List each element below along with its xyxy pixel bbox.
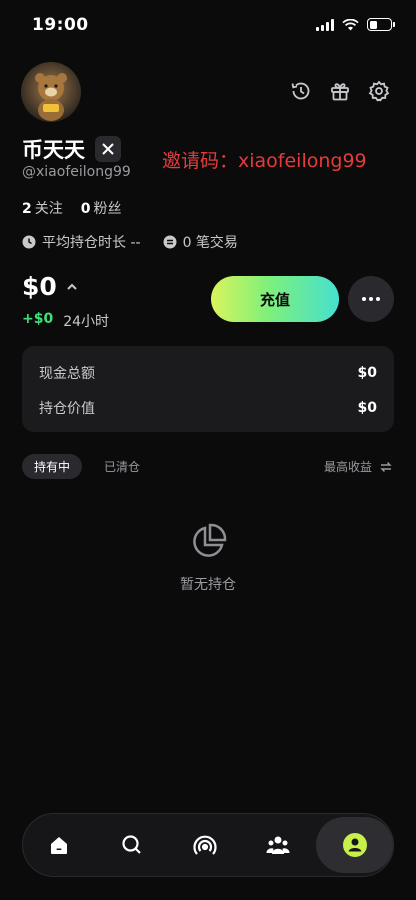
history-icon[interactable] xyxy=(290,80,312,102)
swap-arrows-icon xyxy=(380,461,392,472)
followers-link[interactable]: 0 粉丝 xyxy=(81,198,122,218)
status-bar: 19:00 xyxy=(0,0,416,54)
wifi-icon xyxy=(342,18,359,30)
empty-state: 暂无持仓 xyxy=(0,522,416,594)
balance-value: $0 xyxy=(22,272,57,301)
signal-icon xyxy=(193,835,217,855)
clock-icon xyxy=(22,235,36,249)
avg-hold-stat: 平均持仓时长 -- xyxy=(22,232,141,252)
swap-icon xyxy=(163,235,177,249)
display-name: 币天天 xyxy=(22,138,85,162)
gift-icon[interactable] xyxy=(329,80,351,102)
chevron-up-icon xyxy=(67,283,77,290)
status-time: 19:00 xyxy=(32,15,89,35)
trading-stats: 平均持仓时长 -- 0 笔交易 xyxy=(22,232,238,252)
name-row: 币天天 xyxy=(22,134,121,164)
nav-signal[interactable] xyxy=(169,813,242,877)
profile-icon xyxy=(342,833,367,857)
invite-code-text: 邀请码：xiaofeilong99 xyxy=(162,150,367,172)
nav-search[interactable] xyxy=(96,813,169,877)
nav-community[interactable] xyxy=(241,813,314,877)
status-icons xyxy=(316,18,395,31)
search-icon xyxy=(122,835,141,854)
pnl-row: +$0 24小时 xyxy=(22,311,109,331)
trades-stat: 0 笔交易 xyxy=(163,232,238,252)
holdings-tabs: 持有中 已清仓 xyxy=(22,454,152,479)
follow-stats: 2 关注 0 粉丝 xyxy=(22,198,122,218)
summary-row-cash: 现金总额 $0 xyxy=(39,364,377,382)
user-handle: @xiaofeilong99 xyxy=(22,164,131,180)
pie-chart-icon xyxy=(193,523,227,557)
avatar[interactable] xyxy=(21,62,81,122)
settings-gear-icon[interactable] xyxy=(368,80,390,102)
more-options-button[interactable] xyxy=(348,276,394,322)
sort-button[interactable]: 最高收益 xyxy=(324,458,392,475)
pnl-value: +$0 xyxy=(22,311,54,327)
bear-avatar-icon xyxy=(35,73,67,121)
bottom-navigation xyxy=(22,813,394,877)
nav-home[interactable] xyxy=(23,813,96,877)
community-icon xyxy=(266,836,290,854)
deposit-button[interactable]: 充值 xyxy=(211,276,339,322)
profile-actions xyxy=(290,80,390,102)
balance-toggle[interactable]: $0 xyxy=(22,272,79,301)
balance-summary-card: 现金总额 $0 持仓价值 $0 xyxy=(22,346,394,432)
empty-state-text: 暂无持仓 xyxy=(180,577,236,593)
summary-row-holdings: 持仓价值 $0 xyxy=(39,399,377,417)
nav-profile[interactable] xyxy=(316,817,393,873)
following-link[interactable]: 2 关注 xyxy=(22,198,63,218)
pnl-period: 24小时 xyxy=(63,314,110,330)
battery-icon xyxy=(367,18,395,31)
tab-closed[interactable]: 已清仓 xyxy=(92,454,152,479)
cellular-signal-icon xyxy=(316,18,334,31)
x-twitter-icon[interactable] xyxy=(95,136,121,162)
home-icon xyxy=(51,837,68,854)
tab-holding[interactable]: 持有中 xyxy=(22,454,83,479)
